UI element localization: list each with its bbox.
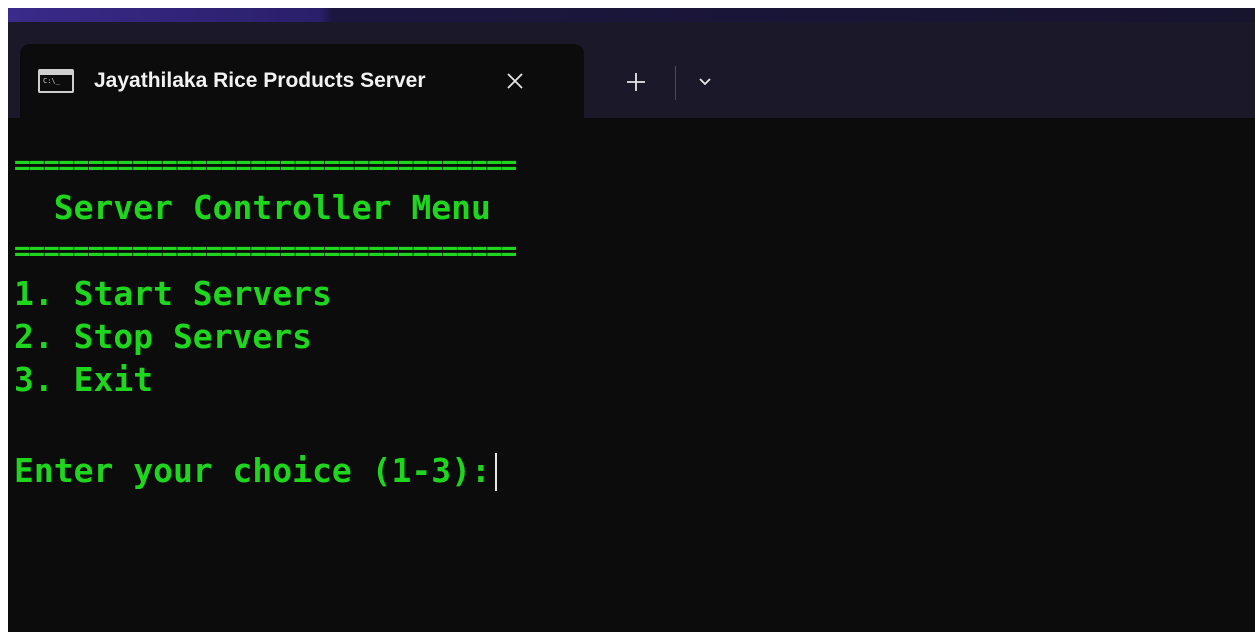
chevron-down-icon xyxy=(699,78,711,86)
separator-top: ================================== xyxy=(14,150,517,181)
input-prompt-line[interactable]: Enter your choice (1-3): xyxy=(14,449,497,493)
tab-title: Jayathilaka Rice Products Server xyxy=(94,69,426,92)
plus-icon xyxy=(627,73,645,91)
command-prompt-icon: C:\_ xyxy=(38,69,74,93)
text-cursor xyxy=(494,453,497,491)
close-tab-button[interactable] xyxy=(498,64,532,98)
menu-item-start-servers: 1. Start Servers xyxy=(14,274,332,313)
menu-item-stop-servers: 2. Stop Servers xyxy=(14,317,313,356)
new-tab-button[interactable] xyxy=(618,64,654,100)
prompt-text: Enter your choice (1-3): xyxy=(14,451,491,490)
menu-heading: Server Controller Menu xyxy=(14,188,491,227)
tab-strip: C:\_ Jayathilaka Rice Products Server xyxy=(8,22,1255,118)
desktop-background xyxy=(8,8,1255,22)
close-icon xyxy=(507,73,523,89)
separator-bottom: ================================== xyxy=(14,236,517,267)
tab-terminal[interactable]: C:\_ Jayathilaka Rice Products Server xyxy=(20,44,584,118)
menu-item-exit: 3. Exit xyxy=(14,360,154,399)
terminal-window: C:\_ Jayathilaka Rice Products Server ==… xyxy=(8,8,1255,632)
tab-dropdown-button[interactable] xyxy=(688,64,722,100)
tab-separator xyxy=(675,66,676,100)
title-bar: C:\_ Jayathilaka Rice Products Server xyxy=(8,8,1255,118)
console-output[interactable]: ================================== Serve… xyxy=(8,118,1255,632)
